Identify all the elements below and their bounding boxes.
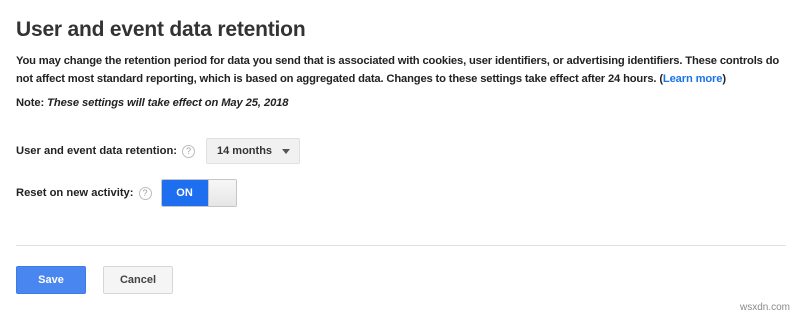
retention-selected-value: 14 months xyxy=(217,145,273,157)
reset-on-activity-toggle[interactable]: ON xyxy=(160,179,237,207)
toggle-knob[interactable] xyxy=(207,180,236,206)
help-icon[interactable]: ? xyxy=(138,186,152,200)
retention-description: You may change the retention period for … xyxy=(16,52,786,88)
learn-more-link[interactable]: Learn more xyxy=(663,73,723,85)
retention-label: User and event data retention: xyxy=(16,145,178,157)
cancel-button[interactable]: Cancel xyxy=(103,266,173,294)
learn-more-close-paren: ) xyxy=(722,73,726,85)
retention-row: User and event data retention: ? 14 mont… xyxy=(16,138,301,164)
save-button[interactable]: Save xyxy=(16,266,86,294)
note-label: Note: xyxy=(16,97,45,109)
retention-settings-page: User and event data retention You may ch… xyxy=(0,0,800,317)
help-icon[interactable]: ? xyxy=(182,144,196,158)
reset-label: Reset on new activity: xyxy=(16,187,134,199)
divider xyxy=(16,245,786,246)
retention-period-select[interactable]: 14 months xyxy=(206,138,301,164)
toggle-on-label: ON xyxy=(161,180,208,206)
chevron-down-icon xyxy=(282,148,291,154)
effective-date-note: Note: These settings will take effect on… xyxy=(16,97,289,109)
reset-row: Reset on new activity: ? ON xyxy=(16,179,237,207)
note-text: These settings will take effect on May 2… xyxy=(47,97,289,109)
watermark: wsxdn.com xyxy=(739,302,790,313)
page-title: User and event data retention xyxy=(16,18,306,41)
